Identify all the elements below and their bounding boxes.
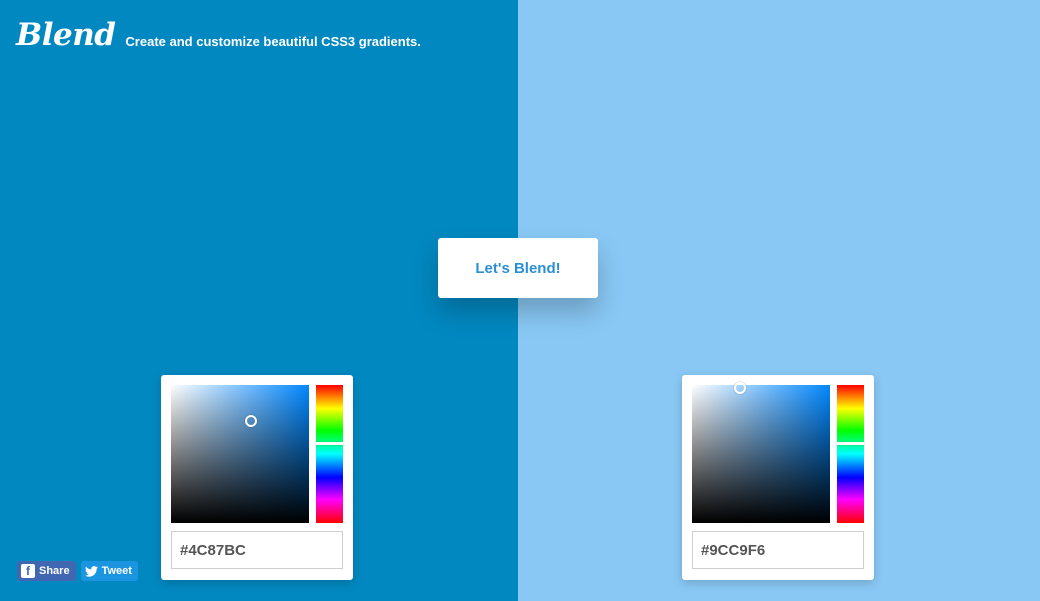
hex-color-input[interactable] xyxy=(692,531,864,569)
app-logo[interactable]: Blend xyxy=(16,20,116,51)
hue-slider[interactable] xyxy=(837,385,864,523)
tweet-button[interactable]: Tweet xyxy=(80,561,138,581)
facebook-share-button[interactable]: f Share xyxy=(17,561,76,581)
hex-color-input[interactable] xyxy=(171,531,343,569)
app-canvas: Blend Create and customize beautiful CSS… xyxy=(0,0,1040,601)
twitter-bird-icon xyxy=(84,565,98,577)
saturation-brightness-area[interactable] xyxy=(692,381,830,523)
hue-slider[interactable] xyxy=(316,385,343,523)
social-share-bar: f Share Tweet xyxy=(17,561,138,581)
right-color-picker xyxy=(682,375,874,580)
left-color-picker xyxy=(161,375,353,580)
hue-slider-handle[interactable] xyxy=(316,442,343,446)
saturation-brightness-area[interactable] xyxy=(171,385,309,523)
app-tagline: Create and customize beautiful CSS3 grad… xyxy=(125,34,421,49)
saturation-brightness-handle[interactable] xyxy=(245,414,258,427)
app-header: Blend Create and customize beautiful CSS… xyxy=(16,20,421,51)
tweet-label: Tweet xyxy=(101,565,132,577)
lets-blend-button[interactable]: Let's Blend! xyxy=(438,238,598,298)
hue-slider-handle[interactable] xyxy=(837,442,864,446)
facebook-icon: f xyxy=(21,564,35,578)
saturation-brightness-handle[interactable] xyxy=(734,381,747,394)
share-label: Share xyxy=(39,565,70,577)
